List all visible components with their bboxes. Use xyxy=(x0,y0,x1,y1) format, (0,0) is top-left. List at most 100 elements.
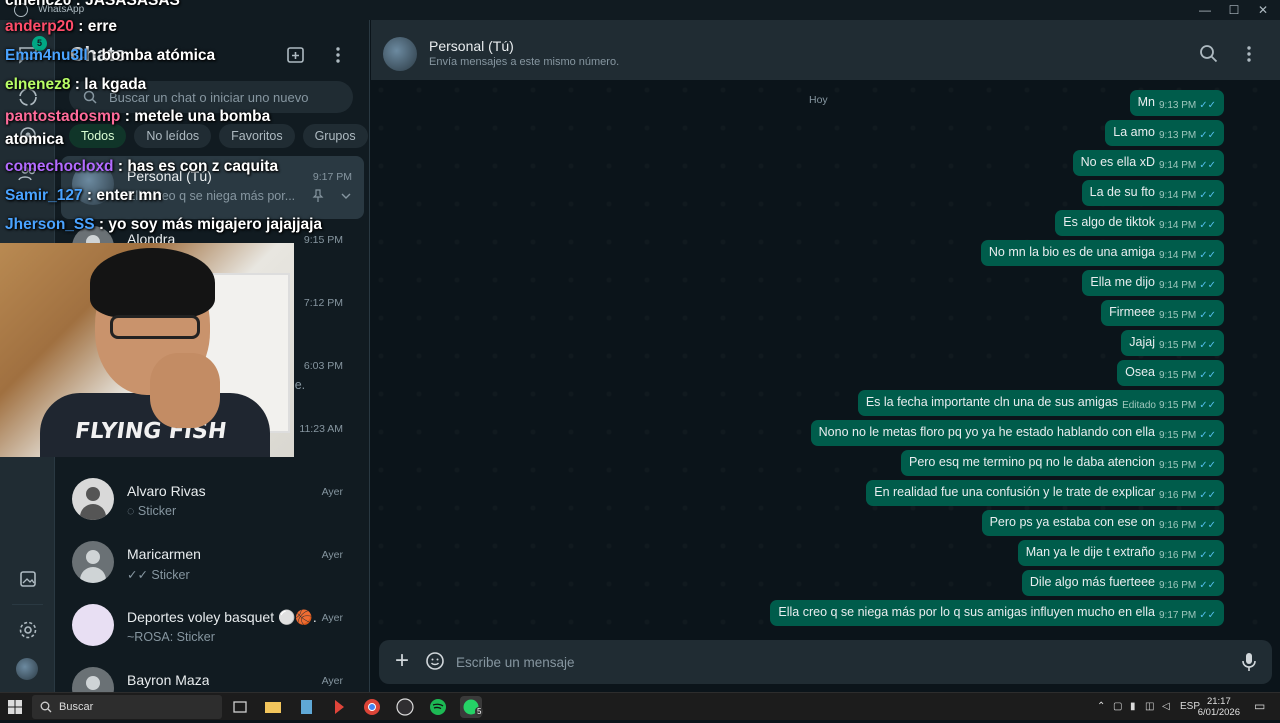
message-bubble[interactable]: La de su fto 9:14 PM ✓✓ xyxy=(1081,180,1224,206)
chat-item-deportes-voley-basquet[interactable]: Deportes voley basquet ⚪🏀... Ayer ~ROSA:… xyxy=(55,597,369,660)
close-button[interactable]: ✕ xyxy=(1246,0,1280,20)
profile-avatar[interactable] xyxy=(16,658,38,680)
chat-time: Ayer xyxy=(321,549,343,561)
read-receipt-icon: ✓✓ xyxy=(1199,400,1216,411)
notes-app-icon[interactable] xyxy=(295,696,317,718)
task-view-icon[interactable] xyxy=(229,696,251,718)
clock-time: 21:17 xyxy=(1206,696,1231,707)
new-chat-icon[interactable] xyxy=(285,44,307,66)
notifications-icon[interactable]: ▭ xyxy=(1254,699,1265,713)
message-bubble[interactable]: No mn la bio es de una amiga 9:14 PM ✓✓ xyxy=(980,240,1224,266)
avatar xyxy=(72,163,114,205)
message-bubble[interactable]: Osea 9:15 PM ✓✓ xyxy=(1117,360,1224,386)
message-bubble[interactable]: En realidad fue una confusión y le trate… xyxy=(866,480,1224,506)
chat-list-title: Chats xyxy=(70,44,126,66)
chrome-icon[interactable] xyxy=(361,696,383,718)
chat-time: 11:23 AM xyxy=(299,423,343,435)
message-bubble[interactable]: Nono no le metas floro pq yo ya he estad… xyxy=(810,420,1224,446)
message-meta: 9:14 PM ✓✓ xyxy=(1159,280,1216,291)
chat-name: Maricarmen xyxy=(127,546,201,562)
message-bubble[interactable]: Jajaj 9:15 PM ✓✓ xyxy=(1121,330,1224,356)
message-bubble[interactable]: Firmeee 9:15 PM ✓✓ xyxy=(1101,300,1224,326)
message-meta: 9:15 PM ✓✓ xyxy=(1159,340,1216,351)
message-time: 9:15 PM xyxy=(1158,370,1197,381)
search-input[interactable] xyxy=(109,81,344,113)
chat-item-bayron-maza[interactable]: Bayron Maza Ayer xyxy=(55,660,369,692)
tray-app-icon[interactable]: ▢ xyxy=(1113,701,1122,712)
search-box[interactable] xyxy=(69,81,353,113)
message-time: 9:14 PM xyxy=(1158,250,1197,261)
message-bubble[interactable]: Mn 9:13 PM ✓✓ xyxy=(1129,90,1224,116)
chevron-down-icon[interactable] xyxy=(340,189,352,203)
message-bubble[interactable]: Es algo de tiktok 9:14 PM ✓✓ xyxy=(1055,210,1224,236)
message-bubble[interactable]: La amo 9:13 PM ✓✓ xyxy=(1105,120,1224,146)
windows-start-icon[interactable] xyxy=(8,700,22,714)
message-time: 9:15 PM xyxy=(1158,340,1197,351)
message-text: Jajaj xyxy=(1129,335,1155,349)
read-receipt-icon: ✓✓ xyxy=(1199,280,1216,291)
message-bubble[interactable]: Ella creo q se niega más por lo q sus am… xyxy=(770,600,1224,626)
rail-divider xyxy=(12,604,43,605)
message-bubble[interactable]: Ella me dijo 9:14 PM ✓✓ xyxy=(1082,270,1224,296)
contact-subtitle: Envía mensajes a este mismo número. xyxy=(429,56,620,68)
filter-favorites[interactable]: Favoritos xyxy=(219,124,295,148)
chat-item-alvaro-rivas[interactable]: Alvaro Rivas Ayer ◌ Sticker xyxy=(55,471,369,534)
message-meta: 9:15 PM ✓✓ xyxy=(1159,430,1216,441)
volume-icon[interactable]: ◁ xyxy=(1162,701,1170,712)
chat-time: Ayer xyxy=(321,612,343,624)
clock[interactable]: 21:17 6/01/2026 xyxy=(1198,696,1240,718)
read-receipt-icon: ✓✓ xyxy=(1199,610,1216,621)
spotify-icon[interactable] xyxy=(427,696,449,718)
sticker-icon[interactable] xyxy=(425,651,445,671)
contact-avatar[interactable] xyxy=(383,37,417,71)
attach-plus-icon[interactable]: + xyxy=(391,649,413,673)
conversation-panel: Personal (Tú) Envía mensajes a este mism… xyxy=(371,20,1280,692)
read-receipt-icon: ✓✓ xyxy=(1199,370,1216,381)
message-time: 9:15 PM xyxy=(1158,460,1197,471)
taskbar-search[interactable]: Buscar xyxy=(32,695,222,719)
read-receipt-icon: ✓✓ xyxy=(1199,550,1216,561)
message-bubble[interactable]: Es la fecha importante cln una de sus am… xyxy=(857,390,1224,416)
media-icon[interactable] xyxy=(17,568,39,590)
search-icon xyxy=(83,90,97,104)
media-app-icon[interactable] xyxy=(328,696,350,718)
obs-icon[interactable] xyxy=(394,696,416,718)
message-meta: 9:16 PM ✓✓ xyxy=(1159,520,1216,531)
filter-all[interactable]: Todos xyxy=(69,124,127,148)
contact-name[interactable]: Personal (Tú) xyxy=(429,38,514,54)
status-icon[interactable] xyxy=(17,86,39,108)
message-time: 9:16 PM xyxy=(1158,580,1197,591)
message-meta: 9:15 PM ✓✓ xyxy=(1159,370,1216,381)
message-bubble[interactable]: Dile algo más fuerteee 9:16 PM ✓✓ xyxy=(1021,570,1224,596)
message-bubble[interactable]: Man ya le dije t extraño 9:16 PM ✓✓ xyxy=(1017,540,1224,566)
search-icon[interactable] xyxy=(1199,44,1219,64)
mic-tray-icon[interactable]: ▮ xyxy=(1130,701,1136,712)
pin-icon[interactable] xyxy=(312,189,324,203)
microphone-icon[interactable] xyxy=(1240,651,1258,673)
communities-icon[interactable] xyxy=(17,162,39,184)
network-icon[interactable]: ◫ xyxy=(1145,701,1154,712)
message-time: 9:15 PM xyxy=(1158,310,1197,321)
day-separator: Hoy xyxy=(809,94,828,106)
chat-item-maricarmen[interactable]: Maricarmen Ayer ✓✓ Sticker xyxy=(55,534,369,597)
filter-unread[interactable]: No leídos xyxy=(134,124,212,148)
read-receipt-icon: ✓✓ xyxy=(1199,340,1216,351)
read-receipt-icon: ✓✓ xyxy=(1199,130,1216,141)
message-area: Hoy Mn 9:13 PM ✓✓ La amo 9:13 PM ✓✓ No es ella… xyxy=(371,80,1280,640)
menu-icon[interactable] xyxy=(1239,44,1259,64)
taskbar: Buscar 5 ⌃ ▢ ▮ ◫ ◁ ESP 21:17 6/01/2026 ▭ xyxy=(0,692,1280,720)
message-bubble[interactable]: Pero esq me termino pq no le daba atenci… xyxy=(900,450,1224,476)
tray-chevron-icon[interactable]: ⌃ xyxy=(1097,701,1105,712)
chat-preview: ~ROSA: Sticker xyxy=(127,630,215,644)
message-text: Es algo de tiktok xyxy=(1063,215,1155,229)
channels-icon[interactable] xyxy=(17,124,39,146)
filter-groups[interactable]: Grupos xyxy=(302,124,368,148)
message-text: En realidad fue una confusión y le trate… xyxy=(874,485,1155,499)
settings-icon[interactable] xyxy=(17,619,39,641)
message-bubble[interactable]: No es ella xD 9:14 PM ✓✓ xyxy=(1072,150,1224,176)
message-input[interactable] xyxy=(456,646,1226,678)
file-explorer-icon[interactable] xyxy=(262,696,284,718)
chat-item-personal[interactable]: Personal (Tú) 9:17 PM Ella creo q se nie… xyxy=(61,156,364,219)
menu-icon[interactable] xyxy=(327,44,349,66)
message-bubble[interactable]: Pero ps ya estaba con ese on 9:16 PM ✓✓ xyxy=(981,510,1224,536)
